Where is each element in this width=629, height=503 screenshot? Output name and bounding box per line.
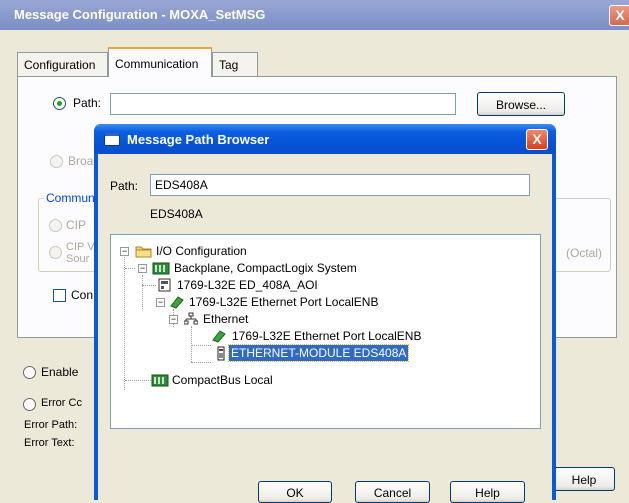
error-text-label: Error Text: xyxy=(24,437,75,449)
dialog-titlebar: Message Path Browser X xyxy=(94,124,556,154)
tab-label: Communication xyxy=(115,57,199,71)
bus-icon xyxy=(151,374,169,387)
tree-item-label: Backplane, CompactLogix System xyxy=(174,261,357,275)
cip-with-source-radio[interactable] xyxy=(49,246,62,259)
collapse-icon[interactable]: − xyxy=(138,264,147,273)
broadcast-radio[interactable] xyxy=(50,155,63,168)
enable-indicator xyxy=(23,366,36,379)
ethernet-port-icon xyxy=(170,296,184,309)
outer-window-titlebar: Message Configuration - MOXA_SetMSG xyxy=(0,0,629,30)
tab-communication[interactable]: Communication xyxy=(108,47,212,77)
tree-item-label: 1769-L32E ED_408A_AOI xyxy=(177,278,318,292)
tree-item-compactbus-local[interactable]: CompactBus Local xyxy=(111,372,531,389)
error-path-label: Error Path: xyxy=(24,419,78,431)
cip-label: CIP xyxy=(66,218,87,232)
tree-item-ethernet-port[interactable]: − 1769-L32E Ethernet Port LocalENB xyxy=(111,294,531,311)
tab-tag[interactable]: Tag xyxy=(212,52,258,76)
dialog-path-label: Path: xyxy=(110,179,139,193)
enable-label: Enable xyxy=(41,365,79,379)
io-tree-view[interactable]: − I/O Configuration − Backplane, Compact… xyxy=(110,234,541,429)
dialog-path-echo: EDS408A xyxy=(150,207,203,221)
tree-item-ethernet[interactable]: − Ethernet xyxy=(111,311,531,328)
outer-help-button[interactable]: Help xyxy=(553,467,615,491)
tree-item-controller[interactable]: 1769-L32E ED_408A_AOI xyxy=(111,277,531,294)
error-code-label: Error Cc xyxy=(41,397,82,409)
path-radio[interactable] xyxy=(53,97,66,110)
folder-icon xyxy=(135,246,152,258)
path-input[interactable] xyxy=(110,93,456,115)
module-icon xyxy=(217,346,225,361)
tab-label: Configuration xyxy=(24,58,96,72)
close-icon: X xyxy=(532,131,542,147)
communication-group-label: Commun xyxy=(44,191,97,205)
tree-line xyxy=(191,362,211,363)
controller-icon xyxy=(158,278,171,292)
ethernet-port-icon xyxy=(212,330,226,343)
connected-label: Con xyxy=(71,288,94,302)
octal-label: (Octal) xyxy=(566,246,602,260)
cip-with-source-label: CIP V Sour xyxy=(66,241,95,265)
connected-checkbox[interactable] xyxy=(53,289,66,302)
tree-item-label: ETHERNET-MODULE EDS408A xyxy=(227,344,410,362)
tree-item-label: I/O Configuration xyxy=(156,244,247,258)
error-code-indicator xyxy=(23,398,36,411)
tree-item-label: CompactBus Local xyxy=(172,373,273,387)
tab-label: Tag xyxy=(219,58,239,72)
tree-item-label: Ethernet xyxy=(203,312,249,326)
outer-close-button[interactable]: X xyxy=(609,5,629,26)
tree-item-ethernet-module[interactable]: ETHERNET-MODULE EDS408A xyxy=(111,344,531,362)
tree-item-io-configuration[interactable]: − I/O Configuration xyxy=(111,243,531,260)
cip-radio[interactable] xyxy=(49,219,62,232)
broadcast-label: Broa xyxy=(68,154,94,168)
collapse-icon[interactable]: − xyxy=(120,247,129,256)
tree-item-ethernet-port-child[interactable]: 1769-L32E Ethernet Port LocalENB xyxy=(111,328,531,345)
cip-with-source-line2: Sour xyxy=(66,253,90,265)
tree-item-backplane[interactable]: − Backplane, CompactLogix System xyxy=(111,260,531,277)
outer-window-title: Message Configuration - MOXA_SetMSG xyxy=(14,7,266,22)
collapse-icon[interactable]: − xyxy=(156,298,165,307)
network-icon xyxy=(184,312,198,325)
tree-item-label: 1769-L32E Ethernet Port LocalENB xyxy=(232,329,422,343)
collapse-icon[interactable]: − xyxy=(169,315,178,324)
dialog-client-area: Path: EDS408A EDS408A − I/O Configuratio… xyxy=(98,154,552,503)
message-path-browser-dialog: Message Path Browser X Path: EDS408A EDS… xyxy=(94,124,556,503)
tab-configuration[interactable]: Configuration xyxy=(17,52,108,76)
window-icon xyxy=(104,133,120,146)
tree-item-label: 1769-L32E Ethernet Port LocalENB xyxy=(189,295,379,309)
backplane-icon xyxy=(152,262,170,275)
dialog-path-input[interactable]: EDS408A xyxy=(150,174,530,196)
path-label: Path: xyxy=(73,96,102,110)
browse-button[interactable]: Browse... xyxy=(477,92,565,116)
dialog-close-button[interactable]: X xyxy=(526,129,548,150)
close-icon: X xyxy=(615,7,625,23)
dialog-title: Message Path Browser xyxy=(127,132,270,147)
cip-with-source-line1: CIP V xyxy=(66,241,95,253)
